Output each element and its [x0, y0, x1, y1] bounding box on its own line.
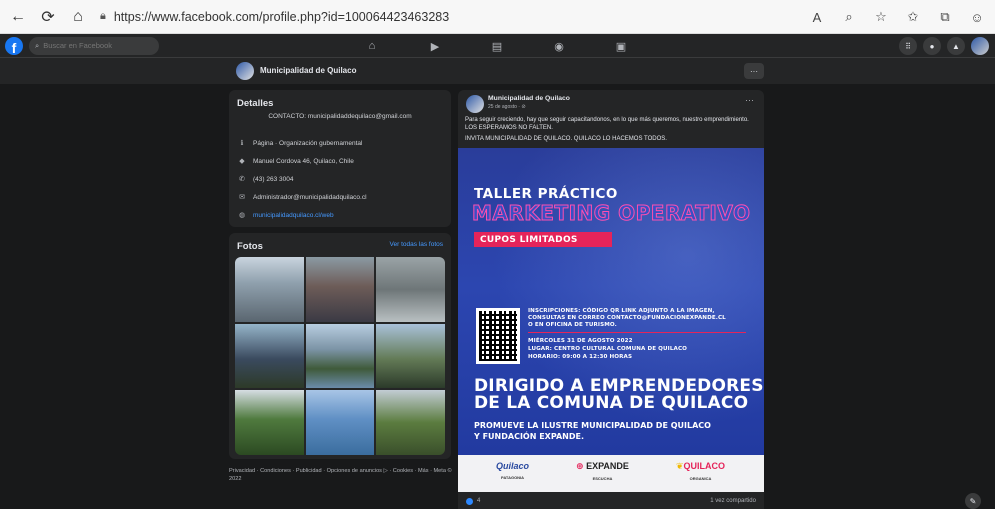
poster-promotor: PROMUEVE LA ILUSTRE MUNICIPALIDAD DE QUI…	[474, 421, 711, 430]
favorite-star-icon[interactable]: ☆	[869, 5, 893, 29]
messenger-icon[interactable]: ●	[923, 37, 941, 55]
website-row[interactable]: ◍ municipalidadquilaco.cl/web	[237, 210, 334, 220]
facebook-search[interactable]: ⌕	[29, 36, 159, 55]
new-message-icon[interactable]: ✎	[965, 493, 981, 509]
quilaco-logo-icon: Quilaco PATAGONIA	[496, 461, 530, 480]
fb-nav-actions: ⠿ ● ▲	[899, 37, 989, 55]
photos-card: Fotos Ver todas las fotos	[229, 233, 451, 459]
contact-text: CONTACTO: municipalidaddequilaco@gmail.c…	[268, 113, 412, 120]
photo-thumbnail[interactable]	[235, 390, 304, 455]
globe-icon: ◍	[238, 212, 246, 219]
photo-grid	[235, 257, 445, 455]
post-text: INVITA MUNICIPALIDAD DE QUILACO. QUILACO…	[465, 136, 667, 142]
like-count[interactable]: 4	[477, 498, 480, 504]
refresh-icon[interactable]: ⟳	[36, 5, 60, 29]
poster-info: INSCRIPCIONES: CÓDIGO QR LINK ADJUNTO A …	[528, 308, 715, 314]
post-reactions-bar: 4 1 vez compartido	[458, 494, 764, 509]
home-tab-icon[interactable]: ⌂	[363, 38, 381, 54]
menu-grid-icon[interactable]: ⠿	[899, 37, 917, 55]
quilaco-organica-logo-icon: ❦QUILACO ORGANICA	[676, 461, 726, 481]
details-title: Detalles	[237, 98, 274, 109]
poster-date: MIÉRCOLES 31 DE AGOSTO 2022	[528, 338, 633, 344]
poster-cupos-badge: CUPOS LIMITADOS	[474, 232, 612, 247]
post-image[interactable]: TALLER PRÁCTICO MARKETING OPERATIVO CUPO…	[458, 148, 764, 492]
photo-thumbnail[interactable]	[376, 390, 445, 455]
phone-text: (43) 263 3004	[253, 175, 294, 183]
info-icon: ℹ	[240, 140, 244, 147]
account-avatar[interactable]	[971, 37, 989, 55]
expande-logo-icon: ⊕ EXPANDE ESCUCHA	[576, 461, 629, 481]
address-bar[interactable]: 🔒︎ https://www.facebook.com/profile.php?…	[100, 5, 860, 29]
category-row: ℹ Página · Organización gubernamental	[237, 138, 363, 148]
page-header: Municipalidad de Quilaco ···	[0, 58, 995, 84]
browser-actions: A ⌕ ☆ ✩ ⧉ ☺	[805, 5, 989, 29]
photo-thumbnail[interactable]	[376, 257, 445, 322]
groups-tab-icon[interactable]: ◉	[550, 38, 568, 54]
photos-title: Fotos	[237, 241, 263, 252]
back-icon[interactable]: ←	[6, 5, 30, 29]
post-more-icon[interactable]: ···	[745, 95, 754, 105]
photo-thumbnail[interactable]	[235, 257, 304, 322]
footer-links[interactable]: Privacidad · Condiciones · Publicidad · …	[229, 467, 454, 483]
browser-toolbar: ← ⟳ ⌂ 🔒︎ https://www.facebook.com/profil…	[0, 0, 995, 34]
post-text: Para seguir creciendo, hay que seguir ca…	[465, 117, 749, 131]
page-name[interactable]: Municipalidad de Quilaco	[260, 66, 356, 75]
poster-place: LUGAR: CENTRO CULTURAL COMUNA DE QUILACO	[528, 346, 688, 352]
share-count[interactable]: 1 vez compartido	[710, 498, 756, 504]
gaming-tab-icon[interactable]: ▣	[612, 38, 630, 54]
photo-thumbnail[interactable]	[305, 323, 375, 389]
post-card: Municipalidad de Quilaco 25 de agosto · …	[458, 90, 764, 509]
watch-tab-icon[interactable]: ▶	[426, 38, 444, 54]
qr-code-icon	[476, 308, 520, 364]
marketplace-tab-icon[interactable]: ▤	[488, 38, 506, 54]
email-row: ✉ Administrador@municipalidadquilaco.cl	[237, 192, 367, 202]
category-text: Página · Organización gubernamental	[253, 139, 363, 147]
poster-hours: HORARIO: 09:00 A 12:30 HORAS	[528, 354, 633, 360]
phone-icon: ✆	[239, 176, 245, 183]
mail-icon: ✉	[239, 194, 245, 201]
details-card: Detalles CONTACTO: municipalidaddequilac…	[229, 90, 451, 227]
like-icon[interactable]	[466, 498, 473, 505]
collections-icon[interactable]: ⧉	[933, 5, 957, 29]
poster-subtitle: MARKETING OPERATIVO	[472, 201, 751, 226]
photo-thumbnail[interactable]	[235, 323, 304, 389]
address-text: Manuel Cordova 46, Quilaco, Chile	[253, 157, 354, 165]
post-date[interactable]: 25 de agosto · ⊘	[488, 104, 526, 110]
search-icon: ⌕	[35, 40, 40, 50]
zoom-icon[interactable]: ⌕	[837, 5, 861, 29]
email-text: Administrador@municipalidadquilaco.cl	[253, 193, 367, 201]
poster-headline: DE LA COMUNA DE QUILACO	[474, 393, 749, 413]
home-icon[interactable]: ⌂	[66, 5, 90, 29]
search-input[interactable]	[43, 41, 144, 50]
photo-thumbnail[interactable]	[376, 323, 445, 389]
location-icon: ◆	[239, 158, 245, 165]
see-all-photos-link[interactable]: Ver todas las fotos	[390, 241, 443, 248]
notifications-bell-icon[interactable]: ▲	[947, 37, 965, 55]
facebook-logo-icon[interactable]: f	[5, 36, 23, 55]
poster-title: TALLER PRÁCTICO	[474, 186, 618, 202]
facebook-nav-bar: f ⌕ ⌂ ▶ ▤ ◉ ▣ ⠿ ● ▲	[0, 34, 995, 58]
photo-thumbnail[interactable]	[305, 257, 375, 322]
lock-icon: 🔒︎	[100, 10, 106, 22]
post-author-avatar[interactable]	[466, 95, 484, 113]
url-text: https://www.facebook.com/profile.php?id=…	[113, 9, 450, 24]
poster-divider	[528, 332, 746, 333]
read-aloud-icon[interactable]: A	[805, 5, 829, 29]
poster-info: CONSULTAS EN CORREO CONTACTO@FUNDACIONEX…	[528, 315, 726, 321]
favorites-list-icon[interactable]: ✩	[901, 5, 925, 29]
more-options-button[interactable]: ···	[744, 63, 764, 79]
post-author[interactable]: Municipalidad de Quilaco	[488, 95, 570, 102]
page-avatar[interactable]	[236, 62, 254, 80]
phone-row: ✆ (43) 263 3004	[237, 174, 293, 184]
poster-promotor: Y FUNDACIÓN EXPANDE.	[474, 432, 584, 441]
address-row: ◆ Manuel Cordova 46, Quilaco, Chile	[237, 156, 354, 166]
profile-icon[interactable]: ☺	[965, 5, 989, 29]
website-link[interactable]: municipalidadquilaco.cl/web	[253, 212, 334, 219]
photo-thumbnail[interactable]	[305, 390, 375, 455]
poster-info: O EN OFICINA DE TURISMO.	[528, 322, 617, 328]
